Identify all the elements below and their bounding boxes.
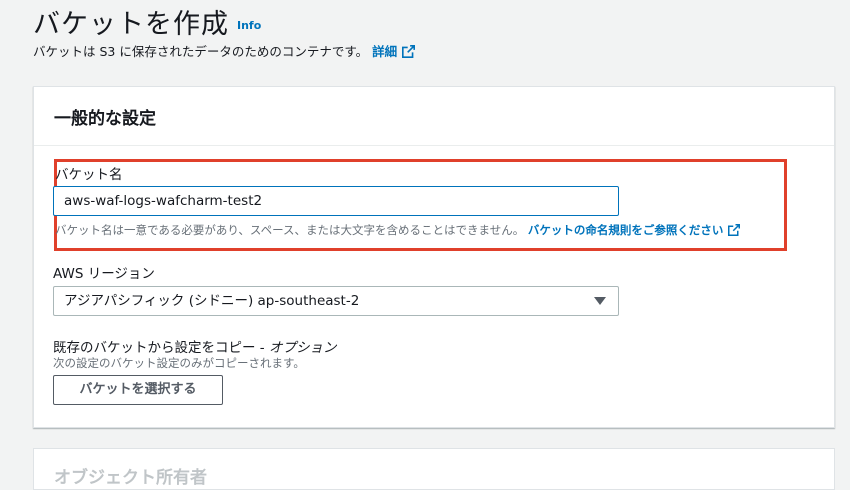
object-ownership-title: オブジェクト所有者 bbox=[54, 468, 207, 488]
object-ownership-panel: オブジェクト所有者 bbox=[33, 448, 835, 490]
region-select[interactable]: アジアパシフィック (シドニー) ap-southeast-2 bbox=[53, 286, 619, 316]
learn-more-label: 詳細 bbox=[372, 44, 398, 59]
choose-bucket-button[interactable]: バケットを選択する bbox=[53, 375, 223, 405]
copy-settings-description: 次の設定のバケット設定のみがコピーされます。 bbox=[53, 356, 305, 370]
external-link-icon bbox=[728, 224, 741, 236]
page-title: バケットを作成 bbox=[33, 9, 229, 40]
naming-rules-label: バケットの命名規則をご参照ください bbox=[527, 223, 724, 237]
external-link-icon bbox=[402, 45, 416, 58]
learn-more-link[interactable]: 詳細 bbox=[372, 44, 416, 59]
bucket-name-input[interactable] bbox=[53, 186, 619, 216]
page-description: バケットは S3 に保存されたデータのためのコンテナです。 詳細 bbox=[33, 41, 416, 60]
bucket-name-label: バケット名 bbox=[55, 167, 123, 183]
constraint-text: バケット名は一意である必要があり、スペース、または大文字を含めることはできません… bbox=[55, 223, 525, 237]
copy-settings-label: 既存のバケットから設定をコピー - オプション bbox=[53, 336, 336, 356]
naming-rules-link[interactable]: バケットの命名規則をご参照ください bbox=[528, 223, 741, 237]
optional-label: オプション bbox=[268, 340, 337, 356]
general-settings-panel: 一般的な設定 バケット名 バケット名は一意である必要があり、スペース、または大文… bbox=[33, 86, 835, 428]
region-select-value: アジアパシフィック (シドニー) ap-southeast-2 bbox=[64, 293, 360, 309]
panel-header: 一般的な設定 bbox=[34, 87, 834, 146]
page-description-text: バケットは S3 に保存されたデータのためのコンテナです。 bbox=[33, 44, 369, 59]
caret-down-icon bbox=[594, 297, 606, 305]
info-link[interactable]: Info bbox=[237, 19, 261, 32]
panel-title: 一般的な設定 bbox=[54, 109, 156, 129]
region-label: AWS リージョン bbox=[53, 266, 155, 282]
bucket-name-constraint: バケット名は一意である必要があり、スペース、または大文字を含めることはできません… bbox=[55, 222, 741, 238]
copy-settings-text: 既存のバケットから設定をコピー - bbox=[53, 340, 269, 356]
